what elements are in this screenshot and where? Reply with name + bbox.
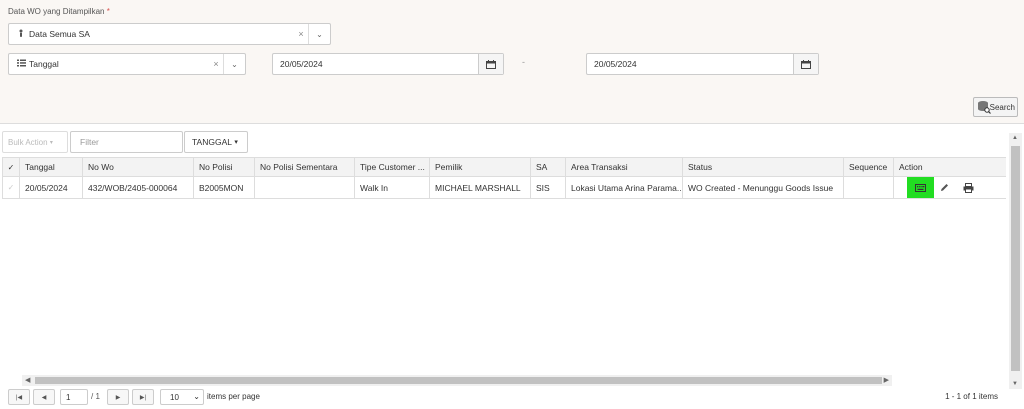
last-page-icon[interactable]: ▶| [132,389,154,405]
cell-no-polisi: B2005MON [194,177,255,198]
filter-label: Data WO yang Ditampilkan * [8,7,110,16]
sa-select[interactable]: Data Semua SA × ⌄ [8,23,331,45]
scroll-down-icon[interactable]: ▼ [1012,381,1018,387]
bulk-action-button[interactable]: Bulk Action ▾ [2,131,68,153]
page-total: / 1 [91,392,100,401]
search-button[interactable]: Search [973,97,1018,117]
cell-pemilik: MICHAEL MARSHALL [430,177,531,198]
list-icon [13,59,29,69]
filter-input[interactable] [70,131,183,153]
cell-action [894,177,1006,198]
column-header[interactable]: No Polisi Sementara [255,158,355,176]
date-type-select[interactable]: Tanggal × ⌄ [8,53,246,75]
date-type-value: Tanggal [29,59,59,69]
person-icon [13,29,29,39]
scroll-up-icon[interactable]: ▲ [1012,135,1018,141]
column-header[interactable]: No Wo [83,158,194,176]
column-header[interactable]: Pemilik [430,158,531,176]
horizontal-scrollbar[interactable]: ◀ ▶ [22,375,892,386]
page-number-input[interactable]: 1 [60,389,88,405]
cell-sa: SIS [531,177,566,198]
wo-grid: ✓ Tanggal No Wo No Polisi No Polisi Seme… [2,157,1006,199]
column-header[interactable]: Area Transaksi [566,158,683,176]
pager: |◀ ◀ 1 / 1 ▶ ▶| 10 ⌄ items per page 1 - … [0,389,1024,407]
pager-info: 1 - 1 of 1 items [945,392,998,401]
cell-area-transaksi: Lokasi Utama Arina Parama... [566,177,683,198]
grid-header: ✓ Tanggal No Wo No Polisi No Polisi Seme… [3,158,1006,177]
chevron-down-icon[interactable]: ⌄ [223,54,245,74]
date-from-field[interactable]: 20/05/2024 [272,53,504,75]
chevron-down-icon[interactable]: ⌄ [308,24,330,44]
vertical-scrollbar[interactable]: ▲ ▼ [1009,133,1022,389]
range-separator: - [522,57,525,67]
select-all-checkbox[interactable]: ✓ [3,158,20,176]
next-page-icon[interactable]: ▶ [107,389,129,405]
search-label: Search [989,102,1015,112]
calendar-icon[interactable] [793,54,818,74]
clear-icon[interactable]: × [209,59,223,69]
scroll-left-icon[interactable]: ◀ [25,376,30,384]
date-to-value: 20/05/2024 [594,59,637,69]
filter-panel: Data WO yang Ditampilkan * Data Semua SA… [0,0,1024,124]
printer-icon[interactable] [960,177,976,198]
chevron-down-icon: ⌄ [193,392,200,401]
cell-no-polisi-sementara [255,177,355,198]
vertical-scroll-thumb[interactable] [1011,146,1020,371]
page-size-select[interactable]: 10 ⌄ [160,389,204,405]
tanggal-dropdown-button[interactable]: TANGGAL ▾ [184,131,248,153]
sa-select-value: Data Semua SA [29,29,90,39]
horizontal-scroll-thumb[interactable] [35,377,882,384]
column-header[interactable]: Status [683,158,844,176]
scroll-right-icon[interactable]: ▶ [884,376,889,384]
prev-page-icon[interactable]: ◀ [33,389,55,405]
column-header[interactable]: No Polisi [194,158,255,176]
column-header[interactable]: SA [531,158,566,176]
cell-tipe-customer: Walk In [355,177,430,198]
date-to-field[interactable]: 20/05/2024 [586,53,819,75]
column-header[interactable]: Tanggal [20,158,83,176]
clear-icon[interactable]: × [294,29,308,39]
row-checkbox[interactable]: ✓ [3,177,20,198]
database-search-icon [978,101,991,114]
date-from-value: 20/05/2024 [280,59,323,69]
table-row[interactable]: ✓ 20/05/2024 432/WOB/2405-000064 B2005MO… [3,177,1006,198]
keyboard-icon[interactable] [907,177,934,198]
caret-down-icon: ▾ [234,139,238,146]
cell-sequence [844,177,894,198]
first-page-icon[interactable]: |◀ [8,389,30,405]
calendar-icon[interactable] [478,54,503,74]
pencil-icon[interactable] [937,177,951,198]
required-mark: * [106,7,110,16]
column-header[interactable]: Sequence [844,158,894,176]
cell-tanggal: 20/05/2024 [20,177,83,198]
items-per-page-label: items per page [207,392,260,401]
cell-status: WO Created - Menunggu Goods Issue [683,177,844,198]
column-header[interactable]: Tipe Customer ... [355,158,430,176]
cell-no-wo: 432/WOB/2405-000064 [83,177,194,198]
column-header[interactable]: Action [894,158,1006,176]
